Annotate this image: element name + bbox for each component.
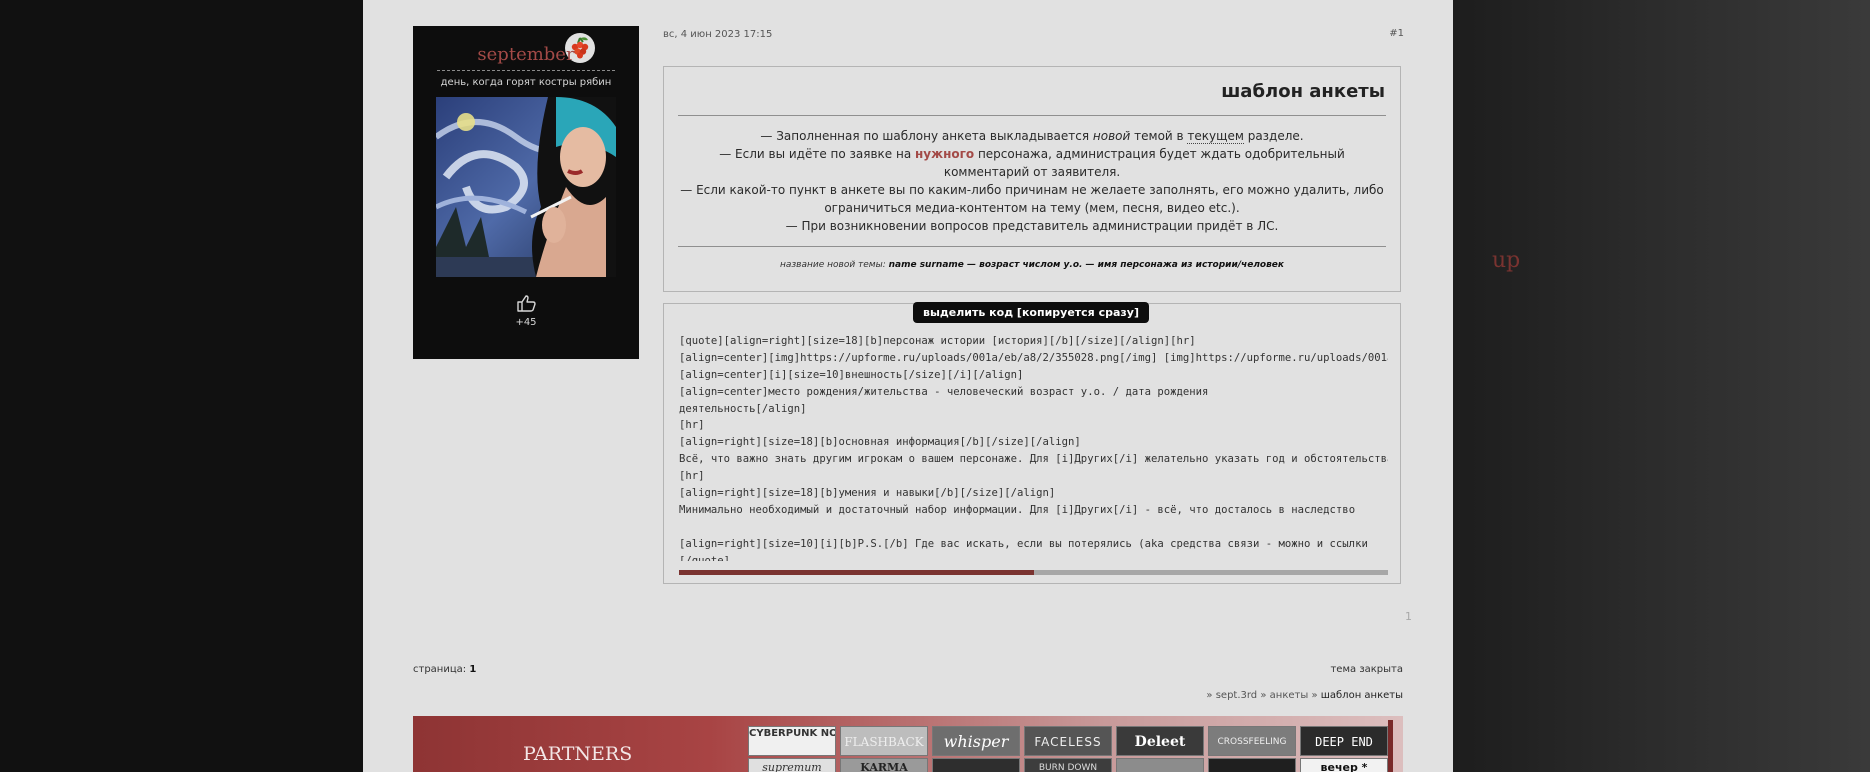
current-page[interactable]: 1 — [469, 664, 476, 675]
horizontal-scrollbar[interactable] — [679, 570, 1388, 575]
topic-status: тема закрыта — [1330, 664, 1403, 675]
code-line: [align=center][img]https://upforme.ru/up… — [679, 351, 1388, 364]
forum-page: september день, когда горят костры рябин — [363, 0, 1453, 772]
partner-button[interactable]: KARMA — [840, 758, 928, 772]
code-line: [align=center][i][size=10]внешность[/siz… — [679, 368, 1024, 381]
divider — [678, 246, 1386, 247]
reputation-count: +45 — [515, 317, 537, 328]
code-line: [align=right][size=10][i][b]P.S.[/b] Где… — [679, 537, 1368, 550]
partner-button[interactable]: вечер * — [1300, 758, 1388, 772]
wanted-character-link[interactable]: нужного — [915, 147, 974, 161]
code-line: [hr] — [679, 470, 705, 483]
code-line: [align=right][size=18][b]основная информ… — [679, 436, 1081, 449]
template-title: шаблон анкеты — [1221, 81, 1385, 102]
post-date: вс, 4 июн 2023 17:15 — [663, 29, 773, 40]
code-line: [quote][align=right][size=18][b]персонаж… — [679, 335, 1196, 347]
partners-title: PARTNERS — [523, 743, 633, 765]
topic-name-format: название новой темы: name surname — возр… — [779, 260, 1285, 270]
partner-button[interactable] — [1208, 758, 1296, 772]
code-content[interactable]: [quote][align=right][size=18][b]персонаж… — [679, 333, 1388, 561]
code-line: [hr] — [679, 419, 705, 432]
rule-4: — При возникновении вопросов представите… — [785, 219, 1279, 233]
right-background — [1453, 0, 1870, 772]
divider — [437, 70, 615, 71]
partner-button[interactable]: CROSSFEELING — [1208, 726, 1296, 756]
rule-2: — Если вы идёте по заявке на нужного пер… — [719, 147, 1345, 179]
user-tagline: день, когда горят костры рябин — [440, 77, 612, 88]
thumbs-up-icon[interactable] — [516, 294, 536, 316]
breadcrumb-topic: шаблон анкеты — [1320, 690, 1403, 701]
post-number-link[interactable]: #1 — [1389, 28, 1404, 39]
pagination: страница: 1 — [413, 664, 477, 675]
partner-button[interactable]: supremum — [748, 758, 836, 772]
scroll-up-link[interactable]: up — [1492, 248, 1520, 273]
partner-button[interactable]: DEEP END — [1300, 726, 1388, 756]
post-page-index: 1 — [1405, 610, 1412, 623]
code-line: [/quote] — [679, 554, 731, 561]
partner-button[interactable]: CYBERPUNK NO FUTURE — [748, 726, 836, 756]
copy-code-button[interactable]: выделить код [копируется сразу] — [913, 302, 1149, 323]
breadcrumb-section[interactable]: анкеты — [1270, 690, 1309, 701]
partner-button[interactable]: BURN DOWN — [1024, 758, 1112, 772]
partner-button[interactable] — [932, 758, 1020, 772]
code-line: деятельность[/align] — [679, 402, 807, 415]
partner-button[interactable]: Deleet — [1116, 726, 1204, 756]
template-rules-box: шаблон анкеты — Заполненная по шаблону а… — [663, 66, 1401, 292]
breadcrumb: » sept.3rd » анкеты » шаблон анкеты — [1206, 690, 1403, 701]
code-block: выделить код [копируется сразу] [quote][… — [663, 302, 1401, 584]
partners-banner: PARTNERS CYBERPUNK NO FUTURE FLASHBACK w… — [413, 716, 1403, 772]
user-profile-card: september день, когда горят костры рябин — [413, 26, 639, 359]
rule-1: — Заполненная по шаблону анкета выкладыв… — [760, 129, 1304, 144]
partner-button[interactable]: FLASHBACK — [840, 726, 928, 756]
code-line: Всё, что важно знать другим игрокам о ва… — [679, 453, 1388, 466]
code-line: [align=center]место рождения/жительства … — [679, 385, 1209, 398]
avatar — [436, 97, 616, 277]
partner-button[interactable]: FACELESS — [1024, 726, 1112, 756]
username[interactable]: september — [413, 44, 639, 65]
rule-3: — Если какой-то пункт в анкете вы по как… — [680, 183, 1384, 215]
divider — [678, 115, 1386, 116]
partner-button[interactable] — [1116, 758, 1204, 772]
breadcrumb-forum[interactable]: sept.3rd — [1216, 690, 1257, 701]
scrollbar-thumb[interactable] — [679, 570, 1034, 575]
partner-button[interactable]: whisper — [932, 726, 1020, 756]
partners-scrollbar[interactable] — [1388, 720, 1393, 772]
current-section-link[interactable]: текущем — [1187, 129, 1244, 144]
template-rules: — Заполненная по шаблону анкета выкладыв… — [678, 127, 1386, 235]
code-line: Минимально необходимый и достаточный наб… — [679, 503, 1356, 516]
code-line: [align=right][size=18][b]умения и навыки… — [679, 487, 1056, 500]
